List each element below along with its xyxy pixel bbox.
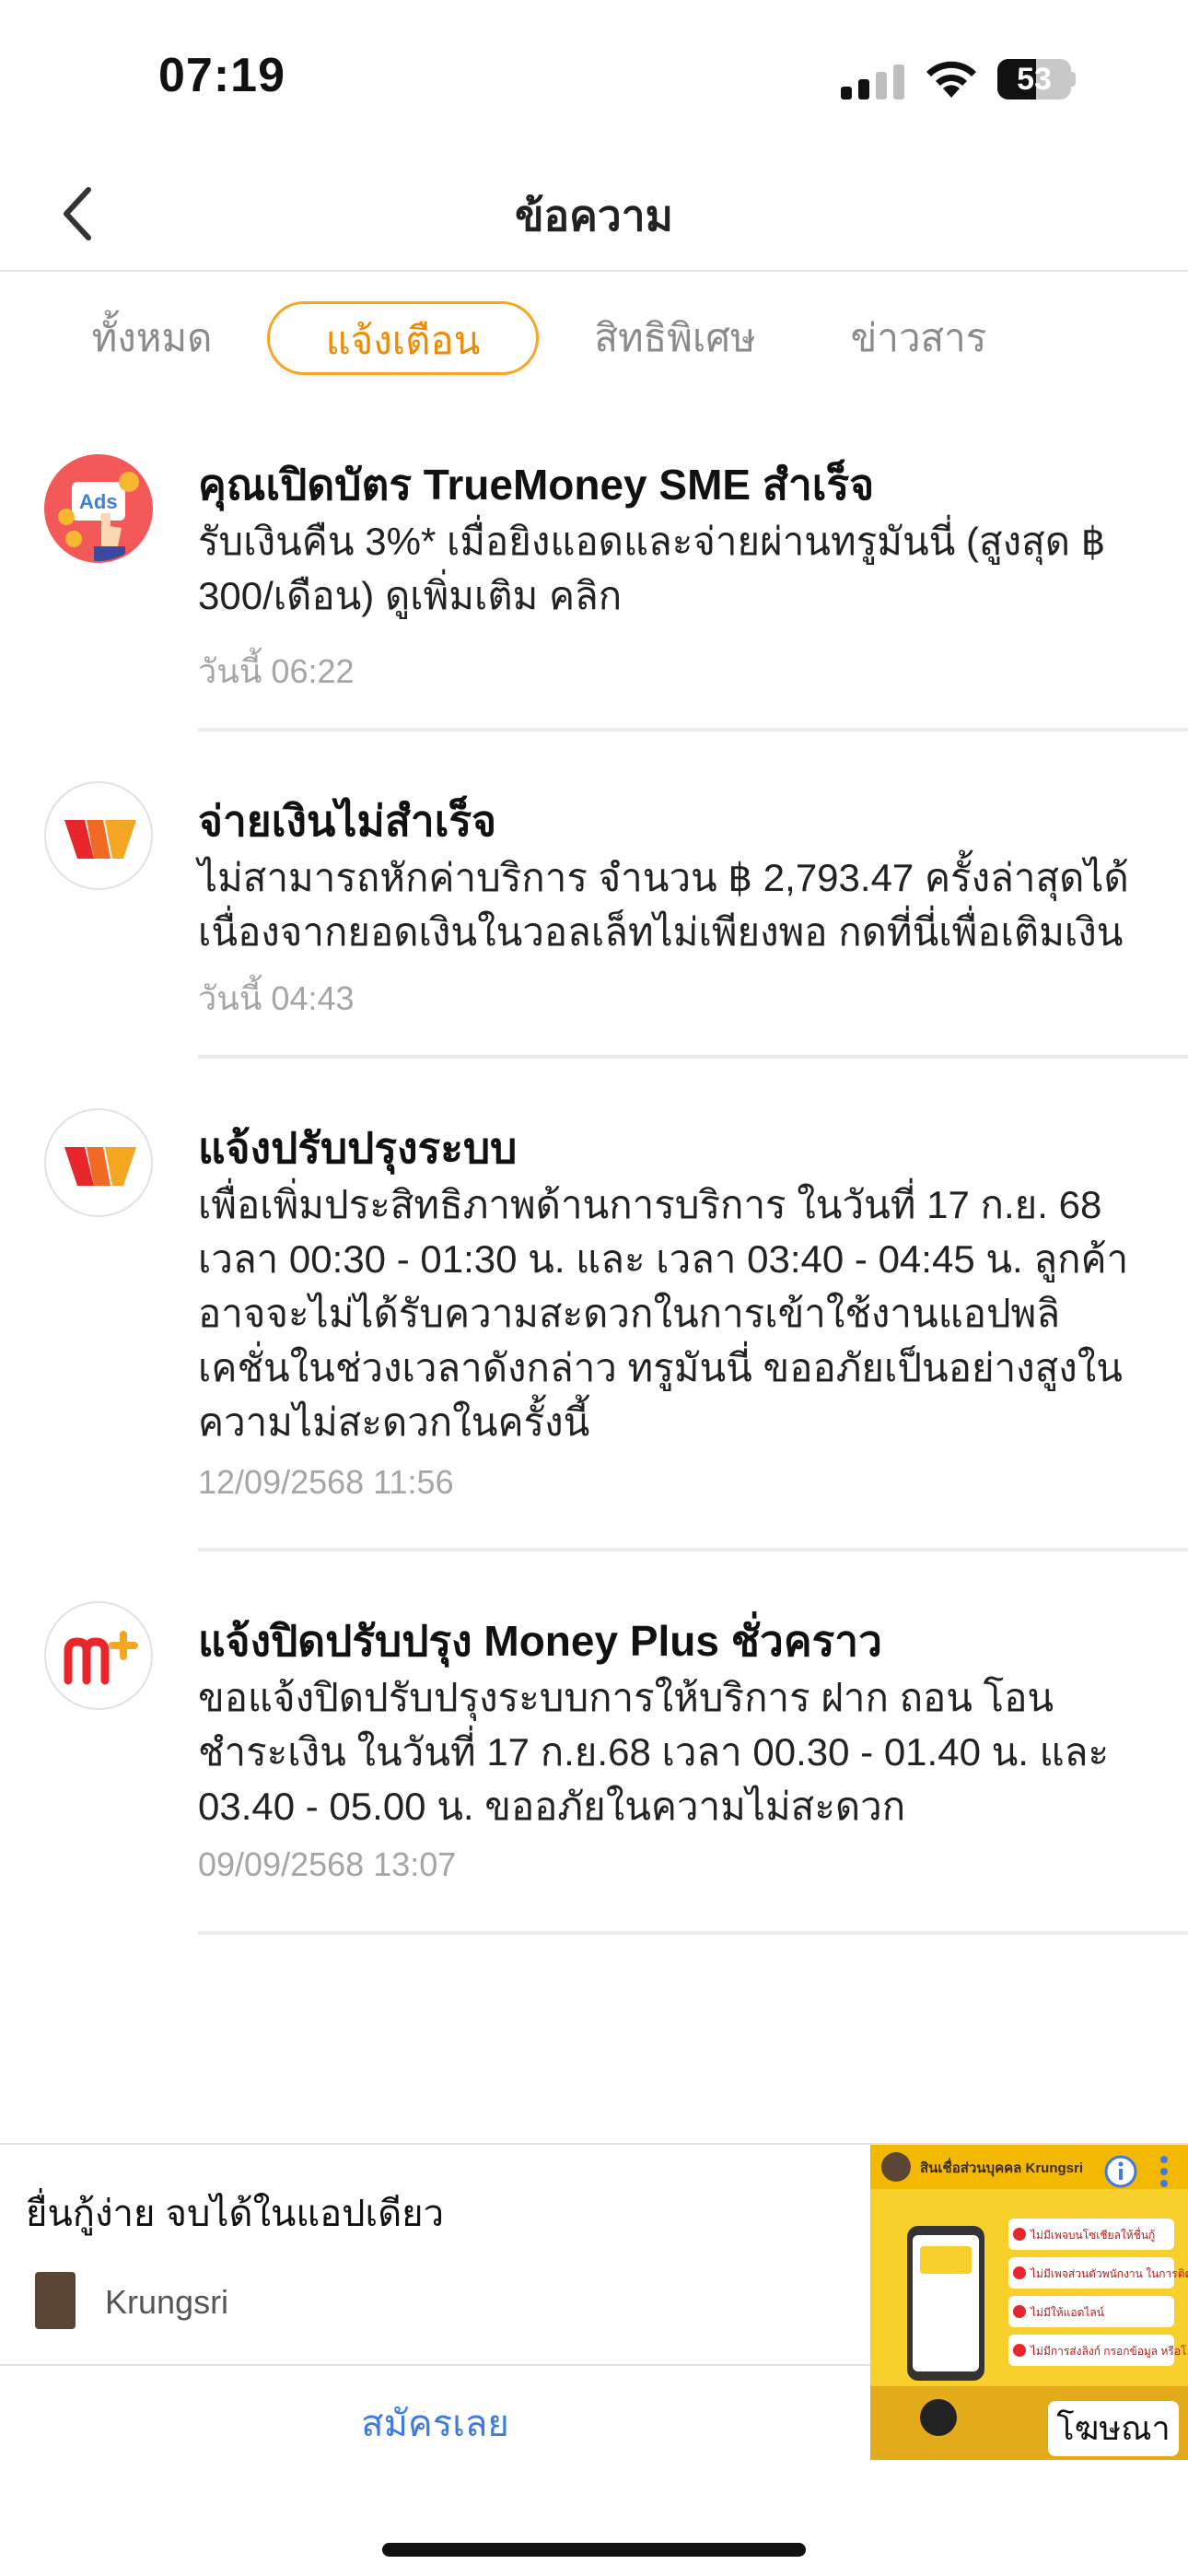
ad-point: ไม่มีให้แอดไลน์ (1030, 2306, 1104, 2319)
ad-image-title: สินเชื่อส่วนบุคคล Krungsri (920, 2158, 1083, 2177)
notification-time: 12/09/2568 11:56 (198, 1463, 454, 1501)
divider (198, 728, 1188, 732)
wifi-icon (926, 61, 976, 98)
battery-icon: 53 (997, 59, 1077, 100)
ad-more-icon[interactable] (1153, 2152, 1175, 2191)
ad-label: โฆษณา (1048, 2401, 1179, 2456)
tab-all[interactable]: ทั้งหมด (55, 301, 249, 375)
apply-now-button[interactable]: สมัครเลย (0, 2394, 870, 2453)
cellular-signal-icon (841, 64, 905, 100)
home-indicator[interactable] (382, 2543, 806, 2557)
notification-title: จ่ายเงินไม่สำเร็จ (198, 797, 497, 845)
notification-body: รับเงินคืน 3%* เมื่อยิงแอดและจ่ายผ่านทรู… (198, 520, 1106, 617)
notification-time: วันนี้ 06:22 (198, 652, 355, 690)
ad-point: ไม่มีเพจบนโซเชียลให้ชื่นกู้ (1030, 2227, 1155, 2242)
truemoney-wallet-icon (44, 781, 153, 890)
notification-body: ขอแจ้งปิดปรับปรุงระบบการให้บริการ ฝาก ถอ… (198, 1676, 1110, 1828)
ad-brand: Krungsri (105, 2283, 229, 2321)
ad-banner[interactable]: ยื่นกู้ง่าย จบได้ในแอปเดียว Krungsri สมั… (0, 2143, 1188, 2461)
ad-headline: ยื่นกู้ง่าย จบได้ในแอปเดียว (26, 2194, 445, 2234)
page-header: ข้อความ (0, 157, 1188, 272)
svg-text:Ads: Ads (79, 490, 118, 513)
tab-news[interactable]: ข่าวสาร (829, 301, 1008, 375)
notification-time: 09/09/2568 13:07 (198, 1845, 457, 1883)
page-title: ข้อความ (515, 192, 673, 240)
ad-point: ไม่มีเพจส่วนตัวพนักงาน ในการติดต่อ (1030, 2267, 1188, 2280)
divider (198, 1548, 1188, 1551)
ad-info-icon[interactable] (1103, 2154, 1138, 2189)
notification-title: แจ้งปิดปรับปรุง Money Plus ชั่วคราว (198, 1617, 882, 1665)
notification-body: เพื่อเพิ่มประสิทธิภาพด้านการบริการ ในวัน… (198, 1183, 1129, 1444)
divider (0, 2364, 870, 2366)
notification-body: ไม่สามารถหักค่าบริการ จำนวน ฿ 2,793.47 ค… (198, 856, 1129, 954)
ads-promo-icon: Ads (44, 454, 153, 563)
notification-title: แจ้งปรับปรุงระบบ (198, 1124, 518, 1172)
krungsri-logo-icon (35, 2272, 76, 2329)
tab-bar: ทั้งหมด แจ้งเตือน สิทธิพิเศษ ข่าวสาร (0, 295, 1188, 387)
money-plus-icon (44, 1601, 153, 1710)
tab-privileges[interactable]: สิทธิพิเศษ (569, 301, 781, 375)
ad-point: ไม่มีการส่งลิงก์ กรอกข้อมูล หรือโอนเงิน (1030, 2345, 1188, 2359)
status-bar: 07:19 53 (0, 0, 1188, 157)
tab-notifications[interactable]: แจ้งเตือน (267, 301, 539, 375)
status-time: 07:19 (158, 49, 285, 102)
divider (198, 1055, 1188, 1059)
truemoney-wallet-icon (44, 1108, 153, 1217)
divider (198, 1931, 1188, 1935)
notification-title: คุณเปิดบัตร TrueMoney SME สำเร็จ (198, 461, 875, 509)
notification-time: วันนี้ 04:43 (198, 979, 355, 1017)
battery-percent: 53 (1017, 62, 1052, 97)
